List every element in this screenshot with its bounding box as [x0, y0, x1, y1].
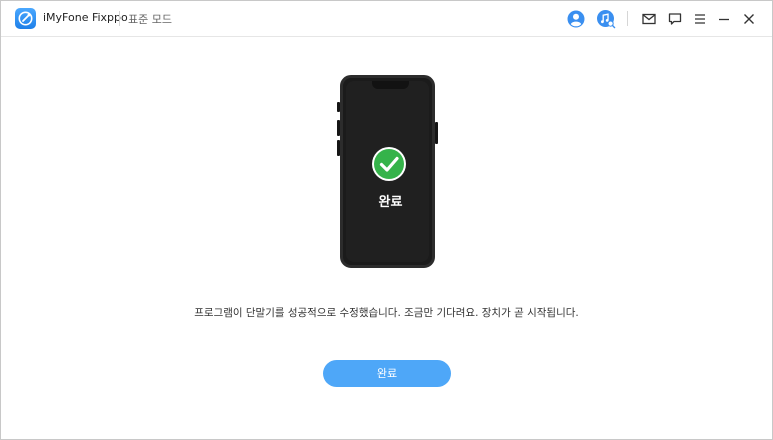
minimize-icon[interactable] [714, 9, 734, 29]
app-logo-icon [15, 8, 36, 29]
phone-side-button [435, 122, 438, 144]
menu-icon[interactable] [690, 9, 710, 29]
app-window: iMyFone Fixppo 표준 모드 완료 프로그램이 단말기를 성공적으로… [0, 0, 773, 440]
close-icon[interactable] [739, 9, 759, 29]
app-name: iMyFone Fixppo [43, 11, 128, 24]
user-icon[interactable] [566, 9, 586, 29]
phone-status-label: 완료 [378, 195, 403, 210]
phone-illustration: 완료 [337, 75, 438, 268]
mode-label: 표준 모드 [128, 13, 172, 26]
toolbar-divider [627, 11, 628, 26]
phone-side-button [337, 140, 340, 156]
mail-icon[interactable] [639, 9, 659, 29]
done-button[interactable]: 완료 [323, 360, 451, 387]
success-message: 프로그램이 단말기를 성공적으로 수정했습니다. 조금만 기다려요. 장치가 곧… [194, 307, 579, 319]
title-divider [119, 11, 120, 26]
title-bar: iMyFone Fixppo 표준 모드 [1, 1, 772, 37]
phone-side-button [337, 102, 340, 112]
phone-side-button [337, 120, 340, 136]
phone-notch [372, 81, 409, 89]
music-search-icon[interactable] [596, 9, 616, 29]
check-circle-icon [372, 147, 406, 181]
chat-icon[interactable] [665, 9, 685, 29]
phone-screen: 완료 [346, 81, 429, 262]
